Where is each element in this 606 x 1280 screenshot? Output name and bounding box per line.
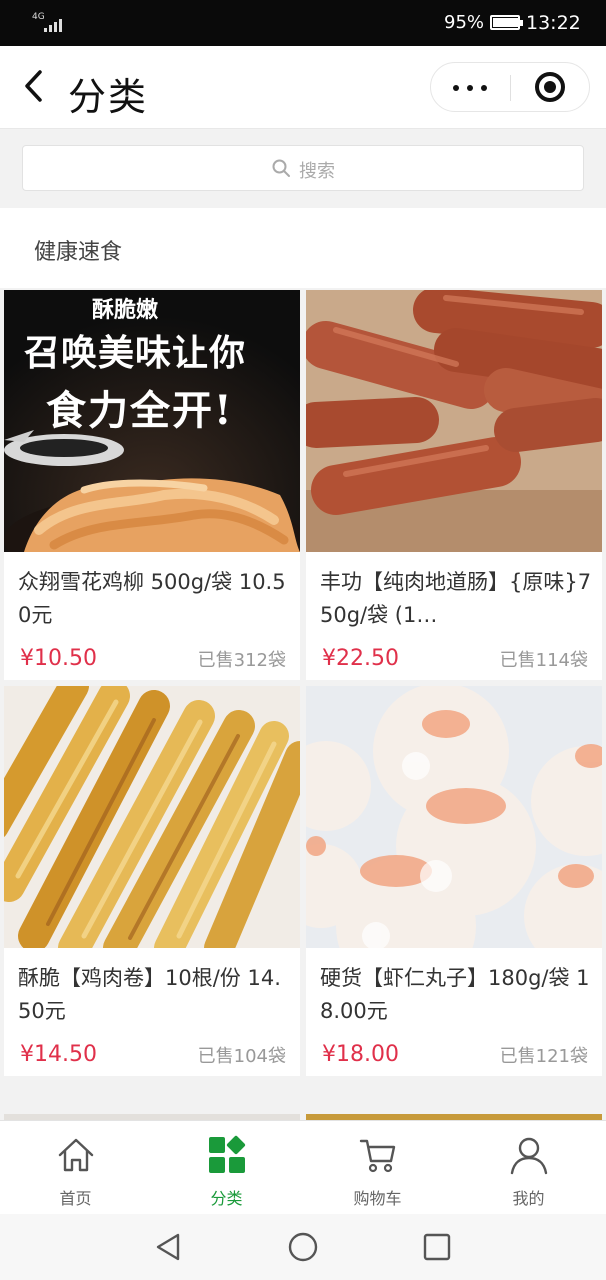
system-nav-bar — [0, 1214, 606, 1280]
tab-profile[interactable]: 我的 — [453, 1121, 604, 1215]
product-name: 丰功【纯肉地道肠】{原味}750g/袋 (1… — [320, 570, 592, 627]
category-grid-icon — [209, 1135, 246, 1173]
tab-category[interactable]: 分类 — [151, 1121, 302, 1215]
category-title: 健康速食 — [34, 240, 123, 265]
page-title: 分类 — [68, 75, 149, 119]
home-icon — [58, 1138, 94, 1172]
tab-home[interactable]: 首页 — [0, 1121, 151, 1215]
product-card[interactable]: 硬货【虾仁丸子】180g/袋 18.00元 ¥18.00 已售121袋 — [306, 686, 602, 1076]
chevron-left-icon — [25, 70, 42, 102]
tab-label: 我的 — [512, 1189, 545, 1208]
search-icon — [272, 159, 290, 177]
system-home-button[interactable] — [286, 1230, 320, 1264]
battery-icon — [490, 15, 523, 30]
tab-label: 购物车 — [353, 1189, 402, 1208]
more-button[interactable] — [431, 63, 510, 111]
system-recents-button[interactable] — [420, 1230, 454, 1264]
search-bar: 搜索 — [0, 128, 606, 208]
product-image: 酥脆嫩 召唤美味让你 食力全开! — [4, 290, 300, 552]
close-button[interactable] — [511, 63, 589, 111]
product-image — [306, 290, 602, 552]
status-bar: 4G 95% 13:22 — [0, 0, 606, 46]
cart-icon — [359, 1139, 396, 1173]
tab-label: 分类 — [210, 1189, 243, 1208]
product-price: ¥22.50 — [322, 646, 399, 671]
product-card[interactable]: 酥脆嫩 召唤美味让你 食力全开! 众翔雪花鸡柳 500g/袋 10.50元 ¥1… — [4, 290, 300, 680]
product-name: 硬货【虾仁丸子】180g/袋 18.00元 — [320, 966, 590, 1023]
square-recents-icon — [423, 1233, 451, 1261]
product-name: 酥脆【鸡肉卷】10根/份 14.50元 — [18, 966, 281, 1023]
mini-program-capsule — [430, 62, 590, 112]
triangle-back-icon — [156, 1233, 180, 1261]
network-type: 4G — [32, 12, 45, 22]
search-input[interactable]: 搜索 — [22, 145, 584, 191]
product-sold-count: 已售312袋 — [197, 650, 286, 671]
circle-home-icon — [288, 1232, 318, 1262]
battery-percent: 95% — [444, 12, 485, 33]
product-card[interactable]: 酥脆【鸡肉卷】10根/份 14.50元 ¥14.50 已售104袋 — [4, 686, 300, 1076]
product-price: ¥10.50 — [20, 646, 97, 671]
signal-icon: 4G — [32, 12, 66, 34]
product-name: 众翔雪花鸡柳 500g/袋 10.50元 — [18, 570, 286, 627]
product-price: ¥18.00 — [322, 1042, 399, 1067]
system-back-button[interactable] — [152, 1230, 186, 1264]
product-price: ¥14.50 — [20, 1042, 97, 1067]
clock: 13:22 — [526, 12, 581, 34]
nav-bar: 分类 — [0, 46, 606, 128]
category-header: 健康速食 — [0, 208, 606, 288]
product-image — [4, 686, 300, 948]
search-placeholder: 搜索 — [299, 161, 335, 182]
back-button[interactable] — [18, 66, 50, 106]
tab-bar: 首页 分类 购物车 我的 — [0, 1120, 606, 1214]
product-image-caption: 酥脆嫩 召唤美味让你 食力全开! — [24, 297, 247, 434]
user-icon — [510, 1137, 548, 1175]
product-image — [306, 686, 602, 948]
product-card[interactable]: 丰功【纯肉地道肠】{原味}750g/袋 (1… ¥22.50 已售114袋 — [306, 290, 602, 680]
product-sold-count: 已售114袋 — [499, 650, 588, 671]
product-sold-count: 已售104袋 — [197, 1046, 286, 1067]
product-grid: 酥脆嫩 召唤美味让你 食力全开! 众翔雪花鸡柳 500g/袋 10.50元 ¥1… — [0, 288, 606, 1120]
tab-label: 首页 — [59, 1189, 92, 1208]
product-sold-count: 已售121袋 — [499, 1046, 588, 1067]
tab-cart[interactable]: 购物车 — [302, 1121, 453, 1215]
